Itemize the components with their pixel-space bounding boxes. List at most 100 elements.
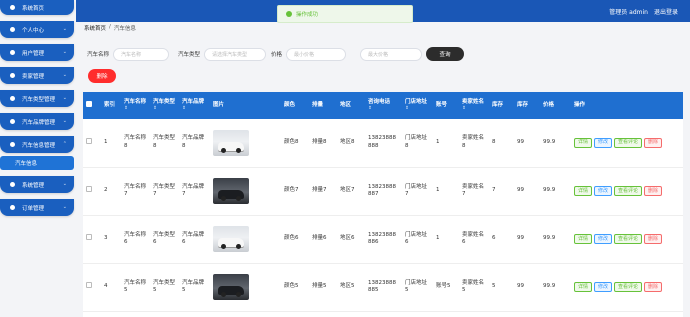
cell-index: 3	[101, 215, 121, 264]
col-header[interactable]: 汽车品牌 ⇕	[179, 92, 210, 119]
cell-stock: 5	[489, 263, 514, 312]
car-thumbnail[interactable]	[213, 226, 249, 252]
order-icon	[10, 205, 15, 210]
chevron-down-icon: ⌄	[62, 118, 67, 124]
sidebar-subitem-car-info[interactable]: 汽车信息	[0, 156, 74, 170]
col-header[interactable]: 咨询电话 ⇕	[365, 92, 402, 119]
ops-cell: 详情 修改 查看评论 删除	[571, 167, 683, 216]
col-header[interactable]: 汽车名称 ⇕	[121, 92, 150, 119]
detail-button[interactable]: 详情	[574, 137, 593, 148]
cell-stock2: 99	[514, 119, 540, 168]
cell-account: 1	[433, 119, 459, 168]
col-header[interactable]: 库存	[514, 92, 540, 119]
sort-icon[interactable]: ⇕	[153, 106, 176, 112]
type-filter-select[interactable]: 请选择汽车类型	[204, 47, 267, 61]
col-header[interactable]: 索引	[101, 92, 121, 119]
car-thumbnail[interactable]	[213, 178, 249, 204]
col-header[interactable]: 库存	[489, 92, 514, 119]
sidebar-item-car-brands[interactable]: 汽车品牌管理 ⌄	[0, 113, 74, 130]
name-filter-input[interactable]: 汽车名称	[113, 47, 170, 61]
view-reviews-button[interactable]: 查看评论	[614, 137, 643, 148]
detail-button[interactable]: 详情	[574, 234, 593, 244]
cell-stock: 7	[489, 167, 514, 216]
row-checkbox[interactable]	[86, 186, 92, 193]
col-header[interactable]: 价格	[540, 92, 571, 119]
sidebar-item-car-types[interactable]: 汽车类型管理 ⌄	[0, 90, 74, 107]
sidebar-item-sellers[interactable]: 卖家管理 ⌄	[0, 67, 74, 84]
sort-icon[interactable]: ⇕	[405, 106, 430, 112]
ops-cell: 详情 修改 查看评论 删除	[571, 263, 683, 312]
batch-delete-button[interactable]: 删除	[88, 69, 116, 83]
max-price-input[interactable]: 最大价格	[360, 47, 423, 61]
cell-stock: 8	[489, 119, 514, 168]
delete-button[interactable]: 删除	[644, 137, 663, 148]
cell-price: 99.9	[540, 119, 571, 168]
car-thumbnail[interactable]	[213, 274, 249, 300]
cell-index: 1	[101, 119, 121, 168]
breadcrumb: 系统首页 / 汽车信息	[84, 24, 136, 32]
row-checkbox[interactable]	[86, 138, 92, 145]
col-header[interactable]: 门店地址 ⇕	[402, 92, 433, 119]
search-button[interactable]: 查询	[426, 47, 465, 61]
col-header[interactable]: 排量	[309, 92, 337, 119]
sidebar-item-label: 用户管理	[22, 50, 45, 57]
sort-icon[interactable]: ⇕	[182, 106, 207, 112]
edit-button[interactable]: 修改	[594, 137, 613, 148]
sidebar-item-car-info[interactable]: 汽车信息管理 ⌃	[0, 136, 74, 153]
cell-stock2: 99	[514, 215, 540, 264]
sidebar-item-users[interactable]: 用户管理 ⌄	[0, 44, 74, 61]
col-header[interactable]: 卖家姓名 ⇕	[459, 92, 489, 119]
cell-name: 汽车名称7	[121, 167, 150, 216]
breadcrumb-home[interactable]: 系统首页	[84, 24, 106, 32]
cell-price: 99.9	[540, 215, 571, 264]
sort-icon[interactable]: ⇕	[368, 106, 399, 112]
edit-button[interactable]: 修改	[594, 186, 613, 196]
min-price-input[interactable]: 最小价格	[286, 47, 347, 61]
sidebar-item-orders[interactable]: 订单管理 ⌄	[0, 199, 74, 216]
delete-button[interactable]: 删除	[644, 282, 663, 292]
row-select-cell	[83, 215, 101, 264]
cell-color: 颜色8	[281, 119, 309, 168]
car-table: 索引 汽车名称 ⇕ 汽车类型 ⇕ 汽车品牌 ⇕ 图片 颜色 排量 地区 咨询电话 ⇕ 门…	[83, 92, 683, 317]
car-thumbnail[interactable]	[213, 129, 249, 156]
cell-color: 颜色6	[281, 215, 309, 264]
col-header[interactable]: 颜色	[281, 92, 309, 119]
cell-account: 1	[433, 215, 459, 264]
data-table: 索引 汽车名称 ⇕ 汽车类型 ⇕ 汽车品牌 ⇕ 图片 颜色 排量 地区 咨询电话 ⇕ 门…	[83, 92, 683, 312]
col-header[interactable]: 汽车类型 ⇕	[150, 92, 179, 119]
cell-account: 1	[433, 167, 459, 216]
table-header: 索引 汽车名称 ⇕ 汽车类型 ⇕ 汽车品牌 ⇕ 图片 颜色 排量 地区 咨询电话 ⇕ 门…	[83, 92, 683, 119]
row-checkbox[interactable]	[86, 282, 92, 289]
row-checkbox[interactable]	[86, 234, 92, 241]
success-toast: 操作成功	[277, 5, 413, 23]
detail-button[interactable]: 详情	[574, 282, 593, 292]
ops-cell: 详情 修改 查看评论 删除	[571, 215, 683, 264]
cell-name: 汽车名称5	[121, 263, 150, 312]
brand-icon	[10, 119, 15, 124]
breadcrumb-separator: /	[109, 24, 111, 30]
toast-message: 操作成功	[296, 12, 319, 18]
view-reviews-button[interactable]: 查看评论	[614, 234, 643, 244]
detail-button[interactable]: 详情	[574, 186, 593, 196]
sidebar-item-home[interactable]: 系统首页	[0, 0, 74, 15]
cell-price: 99.9	[540, 263, 571, 312]
edit-button[interactable]: 修改	[594, 234, 613, 244]
sidebar-item-system[interactable]: 系统管理 ⌄	[0, 176, 74, 193]
breadcrumb-current: 汽车信息	[113, 26, 136, 32]
delete-button[interactable]: 删除	[644, 186, 663, 196]
col-header[interactable]: 账号	[433, 92, 459, 119]
cell-phone: 13823888886	[365, 215, 402, 264]
delete-button[interactable]: 删除	[644, 234, 663, 244]
view-reviews-button[interactable]: 查看评论	[614, 186, 643, 196]
sort-icon[interactable]: ⇕	[462, 106, 486, 112]
cell-price: 99.9	[540, 167, 571, 216]
logout-link[interactable]: 退出登录	[654, 7, 678, 16]
select-all-checkbox[interactable]	[86, 101, 92, 108]
edit-button[interactable]: 修改	[594, 282, 613, 292]
sort-icon[interactable]: ⇕	[124, 106, 147, 112]
col-header[interactable]: 地区	[337, 92, 365, 119]
cell-address: 门店地址5	[402, 263, 433, 312]
sidebar-item-profile[interactable]: 个人中心 ⌄	[0, 21, 74, 38]
view-reviews-button[interactable]: 查看评论	[614, 282, 643, 292]
cell-type: 汽车类型6	[150, 215, 179, 264]
